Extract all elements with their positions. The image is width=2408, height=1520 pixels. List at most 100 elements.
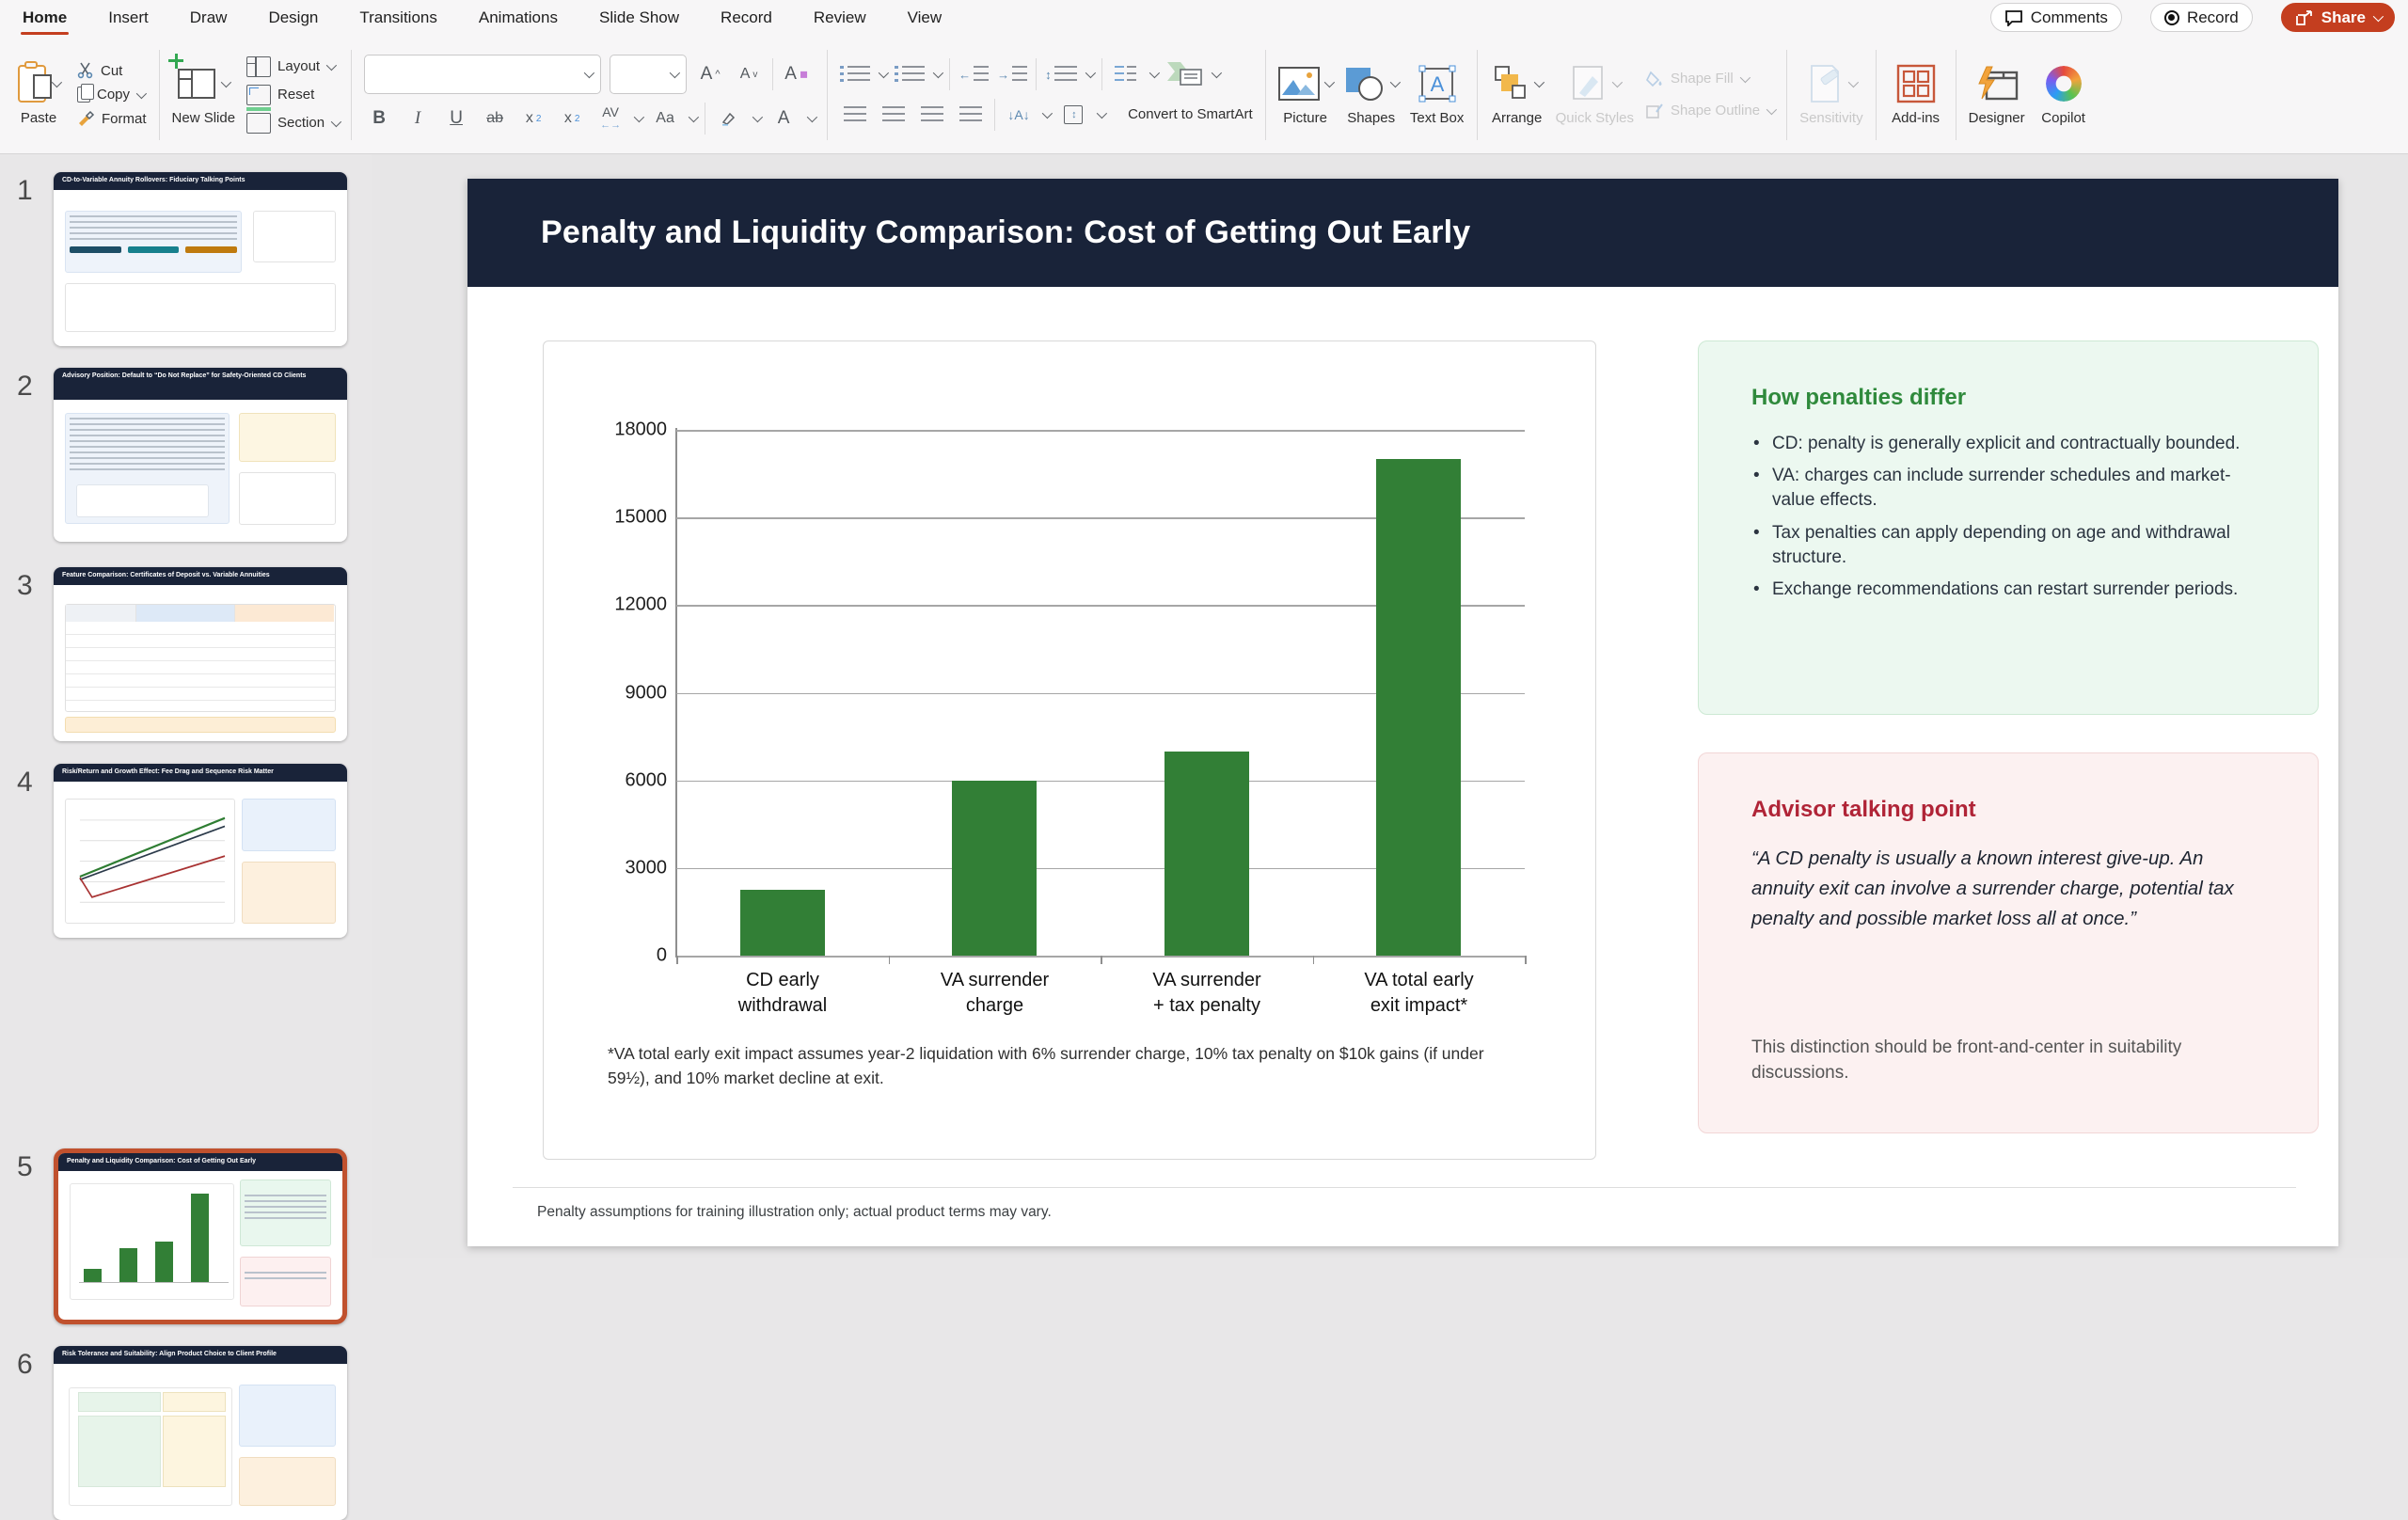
layout-button[interactable]: Layout (246, 56, 339, 77)
mini-line-chart (66, 800, 234, 923)
shape-outline-chevron-icon (1766, 103, 1777, 114)
tab-record[interactable]: Record (719, 3, 774, 33)
font-name-select[interactable] (364, 55, 601, 94)
addins-group: Add-ins (1889, 62, 1943, 126)
copy-button[interactable]: Copy (77, 87, 147, 103)
increase-font-size-button[interactable]: A^ (695, 59, 725, 89)
strikethrough-button[interactable]: ab (480, 103, 510, 134)
new-slide-icon (178, 62, 229, 105)
current-slide[interactable]: Penalty and Liquidity Comparison: Cost o… (467, 179, 2338, 1246)
font-color-button[interactable]: A (768, 103, 799, 134)
font-size-select[interactable] (610, 55, 687, 94)
smartart-graphic-button[interactable] (1165, 59, 1203, 89)
tab-draw[interactable]: Draw (188, 3, 230, 33)
arrange-button[interactable]: Arrange (1490, 62, 1545, 126)
slide-footer-text[interactable]: Penalty assumptions for training illustr… (537, 1204, 1052, 1221)
bullet-item: VA: charges can include surrender schedu… (1751, 464, 2265, 513)
numbering-button[interactable] (895, 59, 925, 89)
align-right-button[interactable] (917, 100, 947, 130)
slide-number: 6 (17, 1349, 33, 1381)
bullets-button[interactable] (840, 59, 870, 89)
chart-bar-1[interactable] (740, 890, 825, 956)
tab-review[interactable]: Review (812, 3, 868, 33)
shapes-button[interactable]: Shapes (1344, 62, 1399, 126)
section-button[interactable]: Section (246, 113, 339, 134)
subscript-button[interactable]: x2 (557, 103, 587, 134)
copy-chevron-icon (136, 87, 147, 98)
tab-home[interactable]: Home (21, 3, 69, 33)
italic-button[interactable]: I (403, 103, 433, 134)
change-case-button[interactable]: Aa (650, 103, 680, 134)
slide-thumbnail-panel: 1 CD-to-Variable Annuity Rollovers: Fidu… (0, 154, 372, 1258)
chart-footnote[interactable]: *VA total early exit impact assumes year… (608, 1041, 1529, 1091)
decrease-indent-button[interactable]: ← (958, 59, 989, 89)
underline-button[interactable]: U (441, 103, 471, 134)
paste-button[interactable]: Paste (11, 62, 66, 126)
text-box-button[interactable]: A Text Box (1410, 62, 1465, 126)
slide-thumbnail-2[interactable]: Advisory Position: Default to “Do Not Re… (54, 368, 347, 542)
share-button[interactable]: Share (2281, 3, 2395, 32)
superscript-button[interactable]: x2 (518, 103, 548, 134)
tab-transitions[interactable]: Transitions (357, 3, 439, 33)
chart-plot-area: 1800015000120009000600030000CD early wit… (676, 430, 1525, 956)
chart-bar-2[interactable] (952, 781, 1037, 956)
share-chevron-icon (2373, 10, 2384, 21)
advisor-note: This distinction should be front-and-cen… (1751, 1036, 2259, 1085)
slide-thumbnail-4[interactable]: Risk/Return and Growth Effect: Fee Drag … (54, 764, 347, 938)
align-center-button[interactable] (879, 100, 909, 130)
shape-fill-button[interactable]: Shape Fill (1645, 71, 1774, 87)
columns-button[interactable] (1111, 59, 1141, 89)
designer-button[interactable]: Designer (1969, 62, 2025, 126)
align-left-button[interactable] (840, 100, 870, 130)
format-painter-button[interactable]: Format (77, 110, 147, 127)
chart-bar-4[interactable] (1376, 459, 1461, 956)
picture-button[interactable]: Picture (1278, 62, 1333, 126)
cut-button[interactable]: Cut (77, 62, 147, 79)
tab-animations[interactable]: Animations (477, 3, 560, 33)
slide-thumbnail-5-selected[interactable]: Penalty and Liquidity Comparison: Cost o… (54, 1148, 347, 1324)
shape-outline-button[interactable]: Shape Outline (1645, 103, 1774, 119)
reset-button[interactable]: Reset (246, 85, 339, 105)
character-spacing-button[interactable]: AV←→ (595, 103, 626, 134)
text-direction-button[interactable]: ↓A↓ (1004, 100, 1034, 130)
tab-view[interactable]: View (906, 3, 944, 33)
addins-button[interactable]: Add-ins (1889, 62, 1943, 126)
increase-indent-button[interactable]: → (997, 59, 1027, 89)
line-spacing-button[interactable]: ↕ (1045, 59, 1077, 89)
convert-smartart-label[interactable]: Convert to SmartArt (1128, 106, 1253, 123)
how-penalties-differ-box[interactable]: How penalties differ CD: penalty is gene… (1698, 340, 2319, 715)
decrease-font-size-button[interactable]: Av (734, 59, 764, 89)
align-left-icon (844, 106, 866, 123)
copilot-button[interactable]: Copilot (2036, 62, 2091, 126)
bullet-item: Tax penalties can apply depending on age… (1751, 521, 2265, 570)
tab-insert[interactable]: Insert (106, 3, 150, 33)
how-penalties-differ-list: CD: penalty is generally explicit and co… (1751, 432, 2265, 602)
record-button[interactable]: Record (2150, 3, 2253, 32)
tab-slide-show[interactable]: Slide Show (597, 3, 681, 33)
shapes-icon (1344, 66, 1386, 102)
align-text-button[interactable]: ↕ (1058, 100, 1088, 130)
bold-button[interactable]: B (364, 103, 394, 134)
tab-design[interactable]: Design (266, 3, 320, 33)
slide-thumbnail-6[interactable]: Risk Tolerance and Suitability: Align Pr… (54, 1346, 347, 1520)
slide-title-band[interactable]: Penalty and Liquidity Comparison: Cost o… (467, 179, 2338, 287)
comments-button[interactable]: Comments (1990, 3, 2122, 32)
slide-number: 3 (17, 570, 33, 602)
quick-styles-button[interactable]: Quick Styles (1556, 62, 1634, 126)
text-highlight-button[interactable] (714, 103, 744, 134)
slide-thumbnail-1[interactable]: CD-to-Variable Annuity Rollovers: Fiduci… (54, 172, 347, 346)
penalty-bar-chart[interactable]: 1800015000120009000600030000CD early wit… (543, 340, 1596, 1160)
slide-number: 4 (17, 767, 33, 799)
clear-formatting-button[interactable]: A◆ (782, 59, 812, 89)
sensitivity-button[interactable]: Sensitivity (1799, 62, 1863, 126)
advisor-talking-point-box[interactable]: Advisor talking point “A CD penalty is u… (1698, 752, 2319, 1133)
font-group: A^ Av A◆ B I U ab x2 x2 AV←→ Aa A (364, 55, 815, 135)
slide-title[interactable]: Penalty and Liquidity Comparison: Cost o… (541, 214, 1470, 251)
chart-x-tick (1313, 956, 1315, 964)
new-slide-button[interactable]: New Slide (172, 62, 236, 126)
chart-y-tick-label: 9000 (563, 682, 667, 704)
arrange-chevron-icon (1534, 77, 1545, 87)
slide-thumbnail-3[interactable]: Feature Comparison: Certificates of Depo… (54, 567, 347, 741)
chart-bar-3[interactable] (1164, 752, 1249, 956)
justify-button[interactable] (956, 100, 986, 130)
